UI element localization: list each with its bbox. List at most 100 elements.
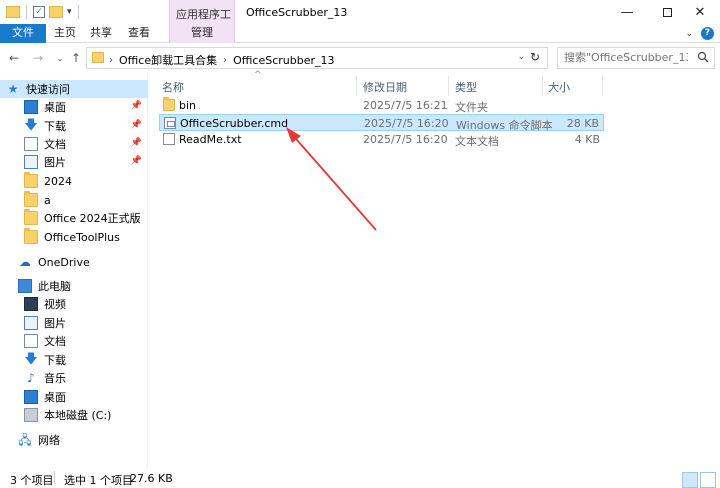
folder-icon [24,172,38,188]
sidebar-item-label: 视频 [44,298,66,311]
sidebar-item-label: 快速访问 [26,83,70,96]
selection-count: 选中 1 个项目 [64,474,133,487]
chevron-down-icon[interactable]: ⌄ [517,52,525,62]
computer-icon [18,279,32,293]
sidebar-item-onedrive[interactable]: ☁ OneDrive [0,253,148,271]
back-button[interactable]: ← [6,49,22,67]
sidebar-item-label: 桌面 [44,391,66,404]
script-file-icon [164,117,176,129]
title-bar: ✓ ▾ 应用程序工具 OfficeScrubber_13 — ✕ [0,0,720,37]
expand-ribbon-icon[interactable]: ⌄ [685,29,693,39]
recent-locations-button[interactable]: ⌄ [52,49,68,67]
details-view-button[interactable] [682,472,698,488]
navigation-bar: ← → ⌄ ↑ › Office卸载工具合集 › OfficeScrubber_… [0,44,720,72]
folder-icon [24,228,38,244]
sidebar-item-this-pc[interactable]: 此电脑 [0,277,148,295]
sidebar-item-label: 文档 [44,335,66,348]
column-divider[interactable] [356,76,357,96]
file-list: ^ 名称 修改日期 类型 大小 bin 2025/7/5 16:21 文件夹 O… [156,70,720,468]
large-icons-view-button[interactable] [700,472,716,488]
tab-view[interactable]: 查看 [124,24,154,43]
search-box[interactable] [557,47,715,69]
search-icon [697,51,709,66]
text-file-icon [163,133,175,145]
breadcrumb-item[interactable]: OfficeScrubber_13 [233,54,334,67]
maximize-icon [662,7,672,17]
file-date: 2025/7/5 16:21 [363,99,448,112]
file-row[interactable]: bin 2025/7/5 16:21 文件夹 [159,97,604,114]
sidebar-item-desktop[interactable]: 桌面 [0,388,148,406]
breadcrumb: › Office卸载工具合集 › OfficeScrubber_13 [109,52,335,68]
divider [26,5,27,19]
document-icon [24,137,38,151]
network-icon: 🖧 [18,433,32,447]
sidebar-item-pictures[interactable]: 图片 📌 [0,153,148,171]
column-headers: ^ 名称 修改日期 类型 大小 [156,70,716,96]
up-button[interactable]: ↑ [68,49,84,67]
divider [77,5,79,19]
folder-icon [24,209,38,225]
sidebar-item-quick-access[interactable]: ★ 快速访问 [0,80,148,98]
column-divider[interactable] [448,76,449,96]
sidebar-item-label: OfficeToolPlus [44,230,120,244]
tab-manage[interactable]: 管理 [169,24,235,43]
column-divider[interactable] [602,76,603,96]
item-count: 3 个项目 [10,474,54,487]
divider [54,471,55,484]
sidebar-item-music[interactable]: ♪ 音乐 [0,369,148,387]
file-size: 4 KB [574,133,600,146]
folder-icon [92,52,104,63]
search-input[interactable] [564,51,688,64]
sidebar-item-network[interactable]: 🖧 网络 [0,431,148,449]
column-header-type[interactable]: 类型 [455,79,477,95]
sidebar-item-label: 下载 [44,120,66,133]
column-header-name[interactable]: 名称 [162,79,184,95]
music-icon: ♪ [27,371,35,385]
chevron-down-icon: ⌄ [56,53,64,63]
sidebar-item-videos[interactable]: 视频 [0,295,148,313]
close-icon: ✕ [694,4,706,20]
sidebar-item-folder[interactable]: OfficeToolPlus [0,228,148,246]
pin-icon[interactable]: 📌 [131,101,142,111]
sidebar-item-local-disk[interactable]: 本地磁盘 (C:) [0,406,148,424]
file-name: ReadMe.txt [179,133,242,146]
help-icon[interactable]: ? [701,27,714,40]
sidebar-item-label: 2024 [44,174,72,188]
tab-share[interactable]: 共享 [86,24,116,43]
refresh-button[interactable]: ↻ [527,50,543,66]
sidebar-item-label: 下载 [44,354,66,367]
sidebar-item-folder[interactable]: a [0,191,148,209]
forward-button[interactable]: → [30,49,46,67]
column-header-size[interactable]: 大小 [548,79,570,95]
sidebar-item-label: 图片 [44,317,66,330]
sidebar-item-documents[interactable]: 文档 [0,332,148,350]
close-button[interactable]: ✕ [680,0,720,24]
tab-home[interactable]: 主页 [50,24,80,43]
pin-icon[interactable]: 📌 [131,156,142,166]
sidebar-item-downloads[interactable]: 🡇 下载 [0,351,148,369]
picture-icon [24,316,38,330]
sidebar-item-label: Office 2024正式版 [44,212,141,225]
download-icon: 🡇 [24,352,38,367]
address-bar[interactable]: › Office卸载工具合集 › OfficeScrubber_13 ⌄ ↻ [86,47,548,69]
customize-dropdown-icon[interactable]: ▾ [67,7,72,17]
sidebar-item-pictures[interactable]: 图片 [0,314,148,332]
file-type: 文本文档 [455,135,499,148]
sidebar-item-folder[interactable]: 2024 [0,172,148,190]
breadcrumb-item[interactable]: Office卸载工具合集 [119,52,217,68]
sidebar-item-desktop[interactable]: 桌面 📌 [0,98,148,116]
column-divider[interactable] [542,76,543,96]
sidebar-item-folder[interactable]: Office 2024正式版 [0,209,148,227]
desktop-icon [24,390,38,404]
pin-icon[interactable]: 📌 [131,120,142,130]
sidebar-item-downloads[interactable]: 🡇 下载 📌 [0,117,148,135]
ribbon-tabs: 文件 主页 共享 查看 管理 ⌄ ? [0,24,720,43]
tab-file[interactable]: 文件 [0,24,46,43]
pin-icon[interactable]: 📌 [131,138,142,148]
contextual-tool-group: 应用程序工具 [169,0,235,37]
column-header-date[interactable]: 修改日期 [363,79,407,95]
sidebar-item-documents[interactable]: 文档 📌 [0,135,148,153]
new-folder-icon[interactable] [49,6,63,18]
properties-icon[interactable]: ✓ [33,6,45,18]
document-icon [24,334,38,348]
